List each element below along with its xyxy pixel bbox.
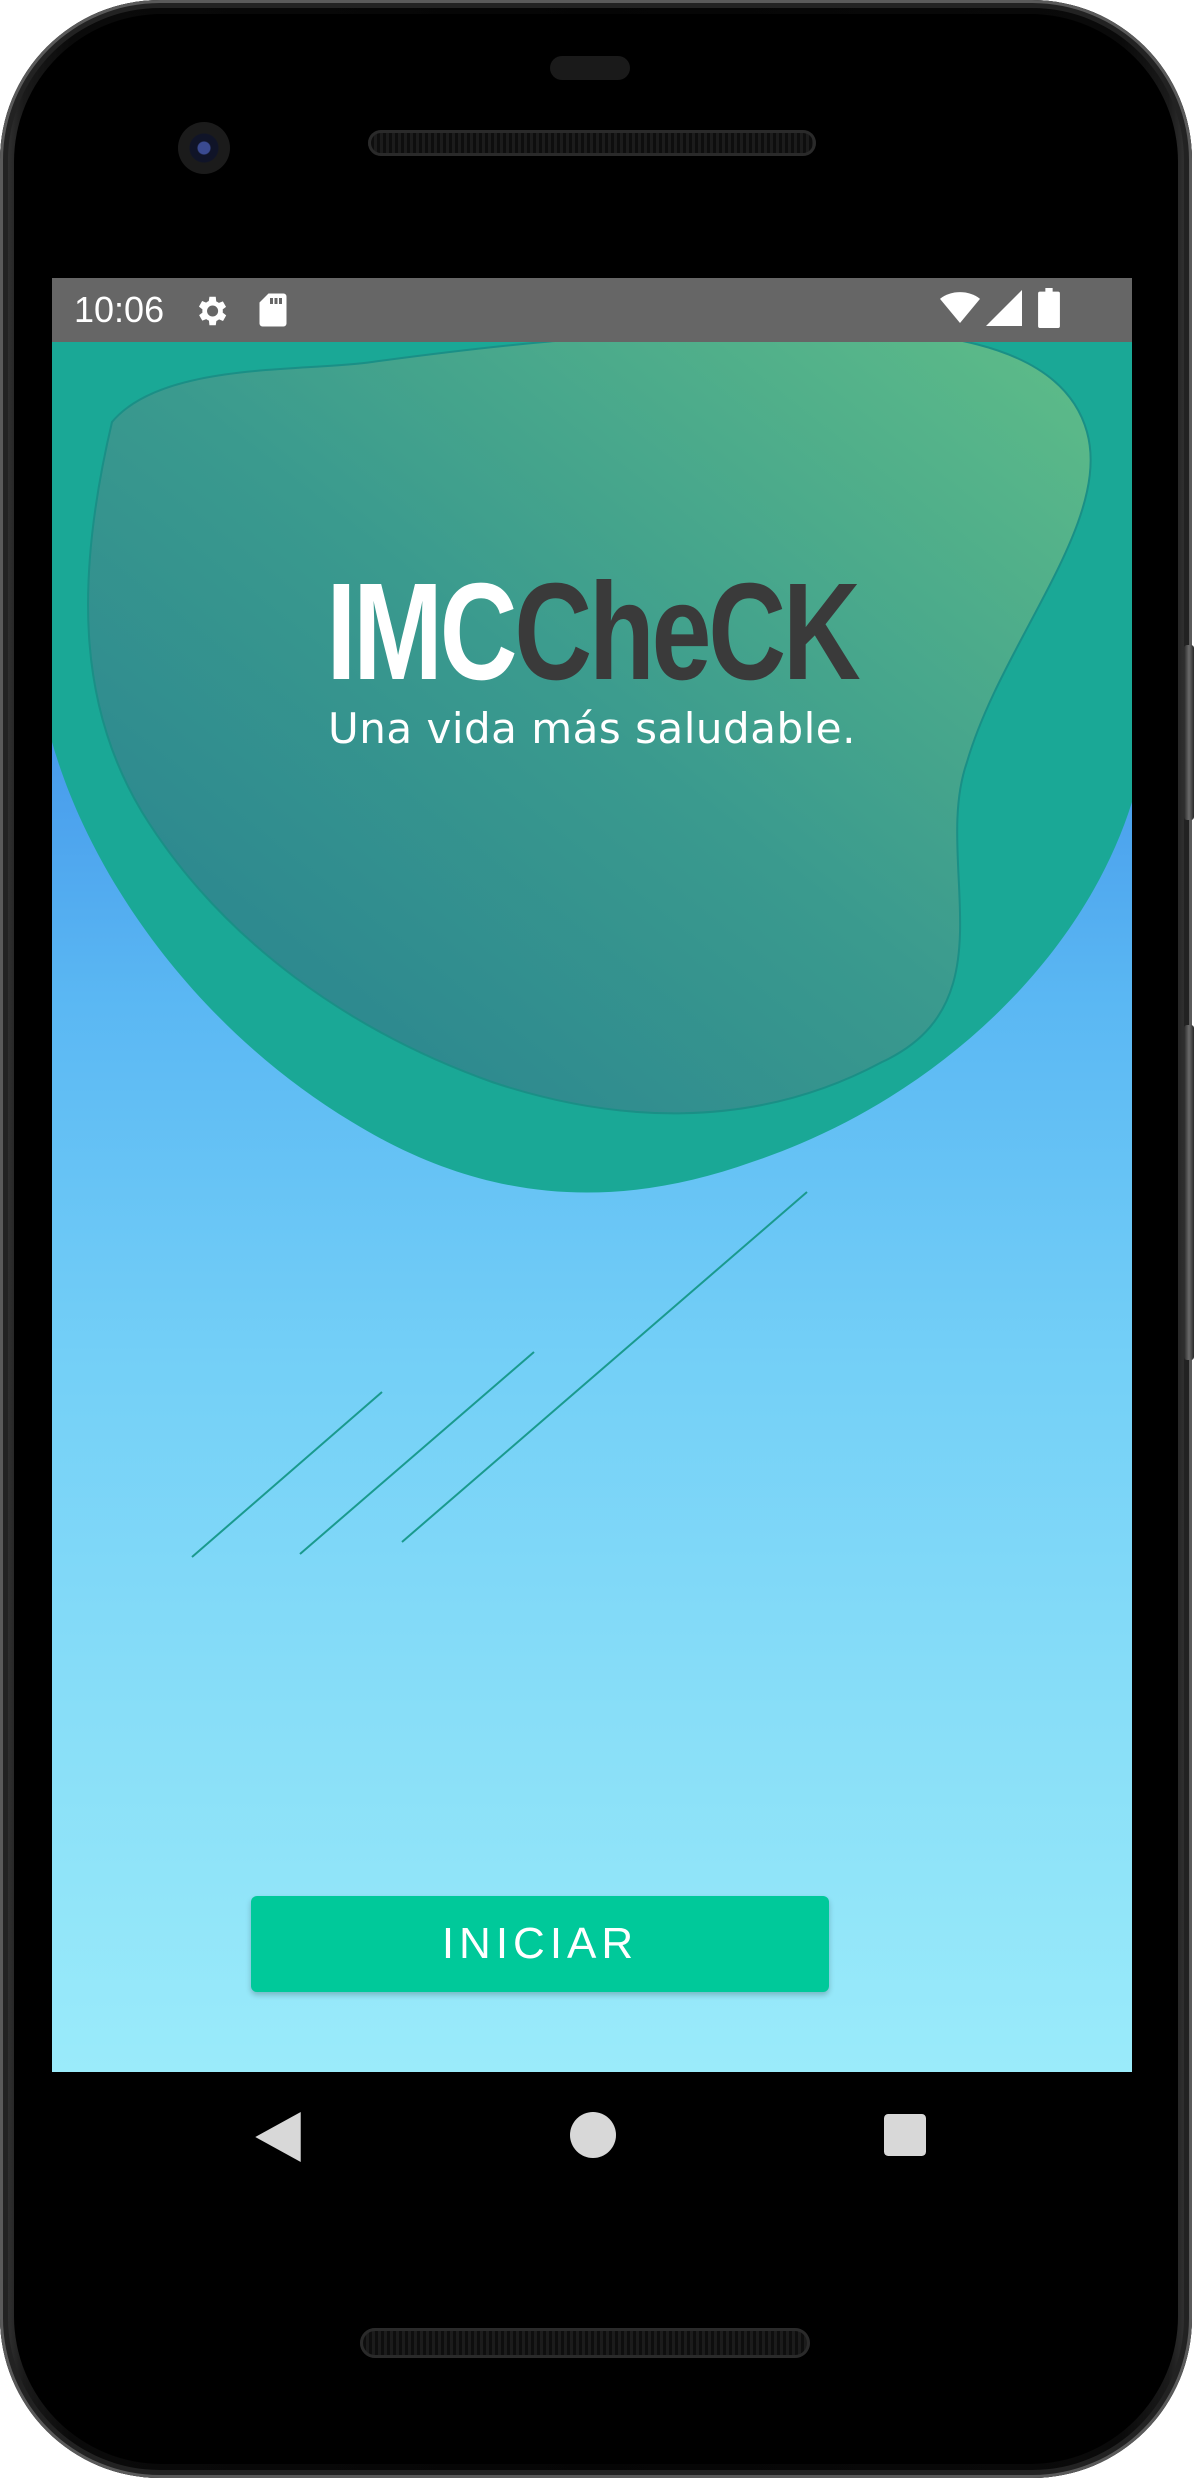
bottom-speaker-grille — [360, 2328, 810, 2358]
sd-card-icon — [256, 292, 290, 333]
decorative-line — [299, 1351, 535, 1555]
decorative-line — [401, 1191, 808, 1543]
navigation-bar — [52, 2072, 1132, 2202]
device-frame: 10:06 IMCCheCK Una vida más saludable. I… — [0, 0, 1194, 2480]
app-logo: IMCCheCK — [171, 557, 1013, 707]
home-icon[interactable] — [570, 2112, 616, 2163]
start-button[interactable]: INICIAR — [251, 1896, 829, 1992]
recents-icon[interactable] — [884, 2114, 926, 2161]
status-time: 10:06 — [74, 289, 165, 330]
back-icon[interactable] — [255, 2112, 301, 2167]
screen: 10:06 IMCCheCK Una vida más saludable. — [52, 278, 1132, 2072]
status-bar: 10:06 — [52, 278, 1132, 342]
top-speaker-grille — [368, 130, 816, 156]
cell-signal-icon — [986, 290, 1022, 331]
power-button — [1184, 645, 1194, 820]
gear-icon — [192, 292, 230, 335]
front-camera-icon — [178, 122, 230, 174]
battery-icon — [1038, 288, 1060, 333]
splash-screen: IMCCheCK Una vida más saludable. — [52, 342, 1132, 2072]
logo-text-imc: IMC — [326, 555, 517, 709]
tagline: Una vida más saludable. — [328, 704, 856, 753]
proximity-sensor — [550, 56, 630, 80]
volume-button — [1184, 1025, 1194, 1360]
logo-text-check: CheCK — [514, 555, 860, 709]
wifi-icon — [940, 290, 980, 331]
decorative-line — [191, 1391, 383, 1558]
